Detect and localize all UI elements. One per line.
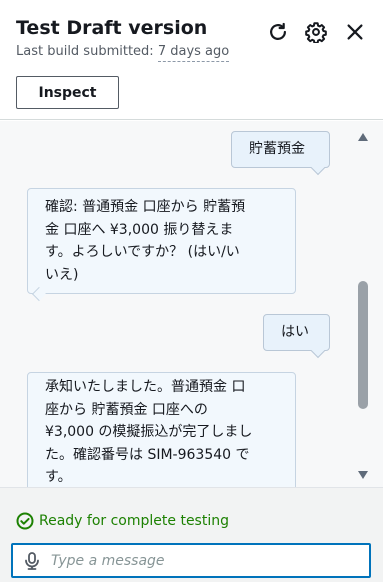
success-check-icon <box>16 512 34 530</box>
bubble-tail <box>310 343 326 359</box>
message-input-container[interactable] <box>11 543 371 578</box>
chat-footer: Ready for complete testing <box>0 487 383 582</box>
refresh-icon[interactable] <box>266 20 290 44</box>
message-line: 金 口座へ ¥3,000 振り替えま <box>45 221 234 238</box>
bubble-tail <box>310 160 326 176</box>
message-input[interactable] <box>51 545 369 576</box>
status-text: Ready for complete testing <box>39 513 229 529</box>
message-line: ¥3,000 の模擬振込が完了しまし <box>45 424 253 440</box>
message-line: す。よろしいですか？ (はい/い <box>45 244 240 260</box>
build-time-ago[interactable]: 7 days ago <box>157 44 230 62</box>
message-line: す。 <box>45 469 72 485</box>
settings-icon[interactable] <box>304 20 328 44</box>
inspect-button[interactable]: Inspect <box>16 76 119 109</box>
panel-title: Test Draft version <box>16 17 208 39</box>
message-line: 確認: 普通預金 口座から 貯蓄預 <box>45 199 246 215</box>
build-status-text: Last build submitted: 7 days ago <box>16 43 230 62</box>
bubble-tail <box>31 286 47 302</box>
scroll-down-arrow-icon[interactable] <box>357 469 369 481</box>
scroll-up-arrow-icon[interactable] <box>357 131 369 143</box>
user-message: 貯蓄預金 <box>231 131 330 176</box>
test-panel-header: Test Draft version Last build submitted:… <box>0 0 383 120</box>
user-message: はい <box>263 314 330 359</box>
status-indicator: Ready for complete testing <box>16 512 229 530</box>
close-icon[interactable] <box>343 20 367 44</box>
chat-scrollbar[interactable] <box>357 121 369 487</box>
scroll-thumb[interactable] <box>358 281 368 409</box>
message-line: 座から 貯蓄預金 口座への <box>45 401 208 418</box>
message-text: はい <box>281 324 309 340</box>
bot-message: 承知いたしました。普通預金 口 座から 貯蓄預金 口座への ¥3,000 の模擬… <box>27 372 296 487</box>
message-line: 承知いたしました。普通預金 口 <box>45 379 246 395</box>
bot-message: 確認: 普通預金 口座から 貯蓄預 金 口座へ ¥3,000 振り替えま す。よ… <box>27 188 296 302</box>
message-text: 貯蓄預金 <box>249 141 305 157</box>
chat-conversation[interactable]: 貯蓄預金 確認: 普通預金 口座から 貯蓄預 金 口座へ ¥3,000 振り替え… <box>0 121 383 487</box>
message-line: いえ) <box>45 266 79 283</box>
message-line: た。確認番号は SIM-963540 で <box>45 446 250 463</box>
microphone-icon[interactable] <box>13 545 51 576</box>
build-status-prefix: Last build submitted: <box>16 44 154 59</box>
